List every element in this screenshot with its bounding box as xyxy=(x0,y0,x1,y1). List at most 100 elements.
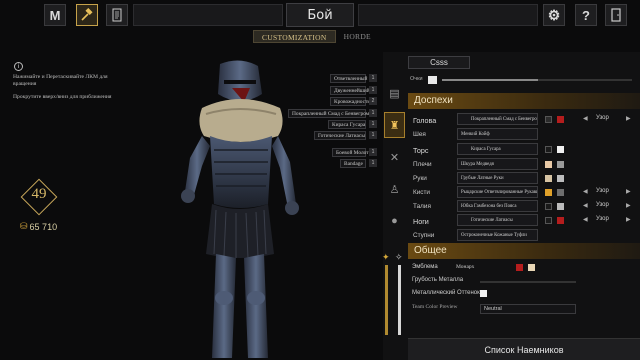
row-label-head: Голова xyxy=(413,116,437,125)
logo-button[interactable]: M xyxy=(44,4,66,26)
arms-color-2[interactable] xyxy=(557,175,564,182)
scroll-button[interactable] xyxy=(106,4,128,26)
tab-customization[interactable]: Customization xyxy=(253,30,336,43)
hands-item-select[interactable]: Рыцарские Ответвлированные Рукавицы xyxy=(457,186,538,198)
head-pattern-prev[interactable]: ◀ xyxy=(583,115,588,122)
general-section-header: Общее xyxy=(408,243,640,259)
mercenaries-list-button[interactable]: Список Наемников xyxy=(408,338,640,360)
arms-color-1[interactable] xyxy=(545,175,552,182)
equipped-perk-3[interactable]: Кровожадность xyxy=(330,97,370,106)
glasses-toggle[interactable] xyxy=(428,76,437,84)
character-model[interactable] xyxy=(140,58,330,360)
door-icon xyxy=(611,8,621,22)
waist-pattern-next[interactable]: ▶ xyxy=(626,202,631,209)
hands-color-2[interactable] xyxy=(557,189,564,196)
equipped-bandage[interactable]: Bandage xyxy=(340,159,366,168)
sidetab-character[interactable]: ♙ xyxy=(384,176,405,202)
glasses-slider-fill xyxy=(442,79,538,81)
emblem-value[interactable]: Монарх xyxy=(456,264,474,270)
figure-icon: ♙ xyxy=(389,183,400,196)
waist-pattern-prev[interactable]: ◀ xyxy=(583,202,588,209)
head-color-2[interactable] xyxy=(557,116,564,123)
help-button[interactable]: ? xyxy=(575,4,597,26)
armor-section-header: Доспехи xyxy=(408,93,640,109)
metal-tint-color[interactable] xyxy=(480,290,487,297)
metal-roughness-slider[interactable] xyxy=(480,281,576,283)
legs-color-1[interactable] xyxy=(545,217,552,224)
head-item-select[interactable]: Покрапленный Смад с Бенвегром xyxy=(457,113,538,125)
equipped-perk-2-count: 1 xyxy=(369,86,377,94)
torso-item-select[interactable]: Кираса Гусара xyxy=(457,143,538,155)
shoulders-item-select[interactable]: Шкура Медведя xyxy=(457,158,538,170)
waist-item-select[interactable]: Юбка Гамбезона без Пояса xyxy=(457,200,538,212)
emblem-color-1[interactable] xyxy=(516,264,523,271)
legs-pattern-next[interactable]: ▶ xyxy=(626,216,631,223)
legs-item-select[interactable]: Готические Латиасы xyxy=(457,214,538,226)
torso-color-2[interactable] xyxy=(557,146,564,153)
legs-pattern-prev[interactable]: ◀ xyxy=(583,216,588,223)
equipped-torso[interactable]: Кираса Гусара xyxy=(328,120,366,129)
waist-color-2[interactable] xyxy=(557,203,564,210)
shoulders-color-2[interactable] xyxy=(557,161,564,168)
weapon-slider-1[interactable] xyxy=(385,265,388,335)
scroll-icon xyxy=(112,8,122,22)
legs-color-2[interactable] xyxy=(557,217,564,224)
waist-color-1[interactable] xyxy=(545,203,552,210)
book-icon: ▤ xyxy=(389,87,400,100)
hands-pattern-next[interactable]: ▶ xyxy=(626,188,631,195)
sidetab-armor[interactable]: ♜ xyxy=(384,112,405,138)
emblem-color-2[interactable] xyxy=(528,264,535,271)
waist-pattern-label: Узор xyxy=(596,202,609,208)
row-label-feet: Ступни xyxy=(413,232,435,239)
crossed-swords-icon: ✕ xyxy=(389,151,400,164)
equipped-perk-1-count: 1 xyxy=(369,74,377,82)
sidetab-weapons[interactable]: ✕ xyxy=(384,144,405,170)
team-color-label: Team Color Preview xyxy=(412,304,458,310)
hands-pattern-prev[interactable]: ◀ xyxy=(583,188,588,195)
gold-amount: 65 710 xyxy=(29,221,58,232)
hammer-icon xyxy=(81,8,93,21)
head-icon: ● xyxy=(391,215,398,227)
top-bar-left-strip xyxy=(133,4,283,26)
row-label-shoulders: Плечи xyxy=(413,161,432,168)
tab-horde[interactable]: Horde xyxy=(336,30,379,43)
gold-display: ⛁ 65 710 xyxy=(20,221,57,232)
sidetab-book[interactable]: ▤ xyxy=(384,80,405,106)
gear-icon: ⚙ xyxy=(547,6,561,23)
hands-color-1[interactable] xyxy=(545,189,552,196)
zoom-hint: Прокрутите вверх/вниз для приближения xyxy=(13,94,112,100)
settings-button[interactable]: ⚙ xyxy=(543,4,565,26)
equipped-weapon[interactable]: Боевой Молот xyxy=(332,148,369,157)
equipped-helmet[interactable]: Покрапленный Смад с Бенвегром xyxy=(288,109,369,118)
shoulders-color-1[interactable] xyxy=(545,161,552,168)
equipped-perk-3-count: 2 xyxy=(369,97,377,105)
equipped-perk-2[interactable]: Двуженнейший xyxy=(330,86,370,95)
equipped-legs-count: 1 xyxy=(369,131,377,139)
team-color-select[interactable]: Neutral xyxy=(480,304,576,314)
equipped-torso-count: 1 xyxy=(369,120,377,128)
helmet-icon: ♜ xyxy=(389,119,400,132)
neck-item-select[interactable]: Менкий Койф xyxy=(457,128,538,140)
hands-pattern-label: Узор xyxy=(596,188,609,194)
feet-item-select[interactable]: Остроконечные Кожаные Туфли xyxy=(457,229,538,241)
info-icon: i xyxy=(14,62,23,71)
weapon-slider-2[interactable] xyxy=(398,265,401,335)
character-customization-button[interactable] xyxy=(76,4,98,26)
equipped-legs[interactable]: Готические Латиасы xyxy=(314,131,366,140)
glasses-label: Очки xyxy=(410,76,423,82)
row-label-waist: Талия xyxy=(413,203,431,210)
weapon-icon-2: ✧ xyxy=(395,252,403,262)
row-label-hands: Кисти xyxy=(413,189,430,196)
metal-roughness-label: Грубость Металла xyxy=(412,277,464,283)
sidetab-face[interactable]: ● xyxy=(384,208,405,234)
row-label-neck: Шея xyxy=(413,131,426,138)
metal-tint-label: Металлический Оттенок xyxy=(412,290,480,296)
head-color-1[interactable] xyxy=(545,116,552,123)
top-bar-right-strip xyxy=(358,4,538,26)
head-pattern-next[interactable]: ▶ xyxy=(626,115,631,122)
preset-name-field[interactable]: Csss xyxy=(408,56,470,69)
equipped-perk-1[interactable]: Ответвленный xyxy=(330,74,367,83)
torso-color-1[interactable] xyxy=(545,146,552,153)
exit-button[interactable] xyxy=(605,4,627,26)
arms-item-select[interactable]: Грубые Латные Руки xyxy=(457,172,538,184)
